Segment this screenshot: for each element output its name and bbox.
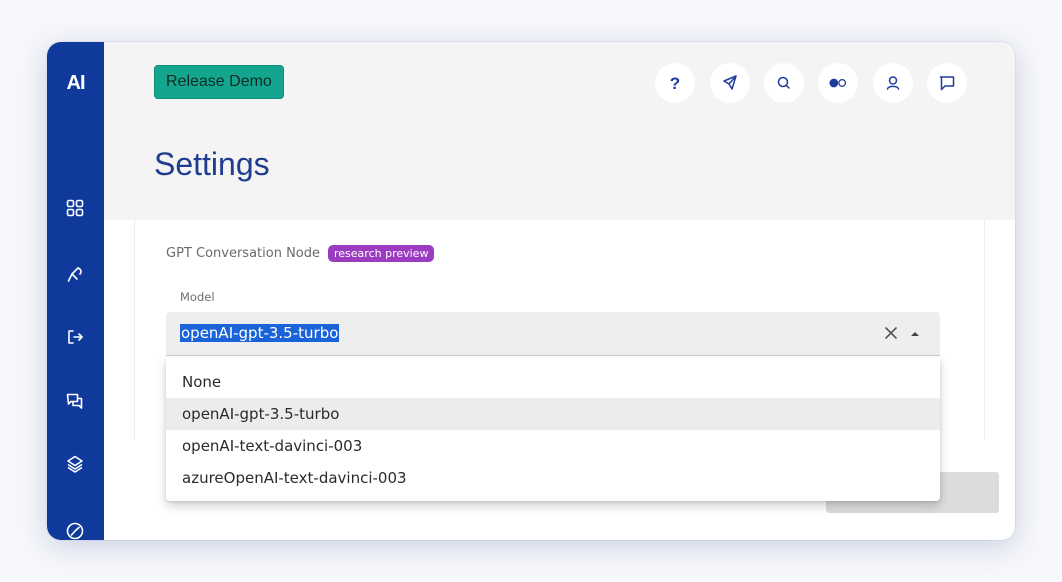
layers-icon[interactable]	[63, 452, 87, 476]
chat-icon[interactable]	[927, 63, 967, 103]
app-logo[interactable]: AI	[47, 72, 104, 95]
svg-text:?: ?	[670, 74, 680, 93]
research-preview-badge: research preview	[328, 245, 435, 262]
node-label: GPT Conversation Node	[166, 246, 320, 261]
option-openai-gpt-3-5-turbo[interactable]: openAI-gpt-3.5-turbo	[166, 398, 940, 430]
compass-icon[interactable]	[710, 63, 750, 103]
model-select[interactable]: openAI-gpt-3.5-turbo	[166, 312, 940, 356]
model-dropdown-menu: None openAI-gpt-3.5-turbo openAI-text-da…	[166, 357, 940, 501]
grid-icon[interactable]	[63, 196, 87, 220]
model-label: Model	[180, 290, 215, 304]
option-openai-text-davinci-003[interactable]: openAI-text-davinci-003	[166, 430, 940, 462]
pie-chart-icon[interactable]	[63, 519, 87, 540]
toggle-icon[interactable]	[818, 63, 858, 103]
caret-up-icon[interactable]	[908, 327, 922, 341]
pin-icon[interactable]	[63, 262, 87, 286]
search-icon[interactable]	[764, 63, 804, 103]
settings-content: GPT Conversation Node research preview M…	[104, 220, 1015, 540]
option-none[interactable]: None	[166, 366, 940, 398]
logout-icon[interactable]	[63, 325, 87, 349]
main-area: Release Demo ? Settings GPT Conversation…	[104, 42, 1015, 540]
chat-bubbles-icon[interactable]	[63, 389, 87, 413]
clear-icon[interactable]	[882, 324, 900, 342]
header: Release Demo ? Settings	[104, 42, 1015, 220]
model-select-value[interactable]: openAI-gpt-3.5-turbo	[180, 324, 340, 342]
user-icon[interactable]	[873, 63, 913, 103]
app-window: AI Release Demo ? Settings GPT Conversat…	[47, 42, 1015, 540]
sidebar: AI	[47, 42, 104, 540]
release-demo-button[interactable]: Release Demo	[154, 65, 284, 99]
page-title: Settings	[154, 146, 270, 182]
node-label-row: GPT Conversation Node research preview	[166, 245, 435, 262]
help-icon[interactable]: ?	[655, 63, 695, 103]
option-azureopenai-text-davinci-003[interactable]: azureOpenAI-text-davinci-003	[166, 462, 940, 494]
